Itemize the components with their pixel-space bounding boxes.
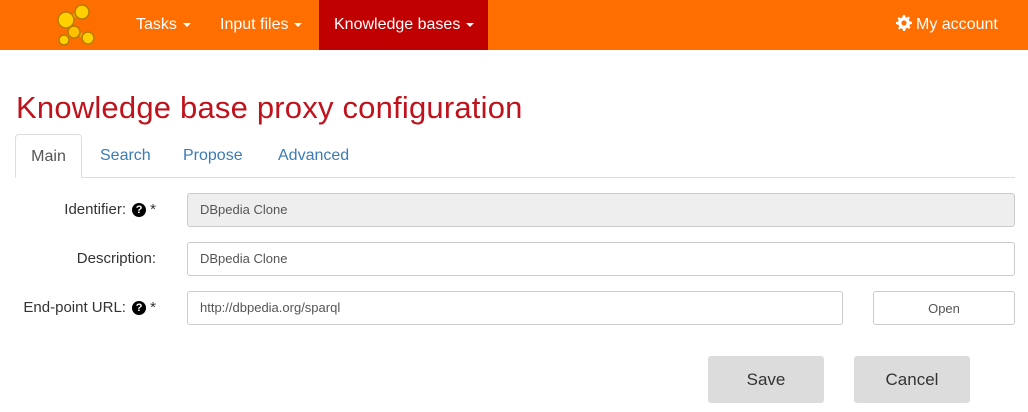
cancel-button[interactable]: Cancel: [854, 356, 970, 403]
tab-advanced[interactable]: Advanced: [278, 134, 349, 178]
nav-knowledge-bases-label: Knowledge bases: [334, 16, 461, 33]
required-marker: *: [150, 299, 156, 316]
nav-knowledge-bases-dropdown[interactable]: Knowledge bases: [319, 0, 488, 50]
caret-down-icon: [294, 22, 303, 27]
open-endpoint-button[interactable]: Open: [873, 291, 1015, 325]
question-circle-icon[interactable]: ?: [132, 203, 147, 217]
required-marker: *: [150, 201, 156, 218]
nav-tasks-dropdown[interactable]: Tasks: [136, 0, 191, 50]
page-title: Knowledge base proxy configuration: [16, 90, 523, 125]
save-button[interactable]: Save: [708, 356, 824, 403]
question-circle-icon[interactable]: ?: [132, 301, 147, 315]
identifier-field[interactable]: DBpedia Clone: [187, 193, 1015, 227]
molecule-logo[interactable]: [52, 2, 100, 48]
my-account-label: My account: [916, 16, 998, 33]
caret-down-icon: [182, 22, 191, 27]
endpoint-label: End-point URL:: [23, 299, 126, 316]
tab-main[interactable]: Main: [15, 134, 82, 178]
endpoint-url-field[interactable]: http://dbpedia.org/sparql: [187, 291, 843, 325]
gear-icon: [896, 15, 912, 31]
description-label: Description:: [76, 250, 156, 267]
nav-input-files-dropdown[interactable]: Input files: [220, 0, 303, 50]
my-account-link[interactable]: My account: [896, 0, 998, 50]
endpoint-label-group: End-point URL: ? *: [23, 299, 156, 316]
identifier-label: Identifier:: [64, 201, 126, 218]
caret-down-icon: [466, 22, 475, 27]
identifier-label-group: Identifier: ? *: [64, 201, 156, 218]
nav-input-files-label: Input files: [220, 16, 289, 33]
nav-tasks-label: Tasks: [136, 16, 177, 33]
tab-search[interactable]: Search: [100, 134, 151, 178]
description-field[interactable]: DBpedia Clone: [187, 242, 1015, 276]
tabs-divider: [15, 177, 1015, 178]
description-label-group: Description:: [77, 250, 156, 267]
tab-propose[interactable]: Propose: [183, 134, 243, 178]
top-navbar: Tasks Input files Knowledge bases My acc…: [0, 0, 1028, 50]
